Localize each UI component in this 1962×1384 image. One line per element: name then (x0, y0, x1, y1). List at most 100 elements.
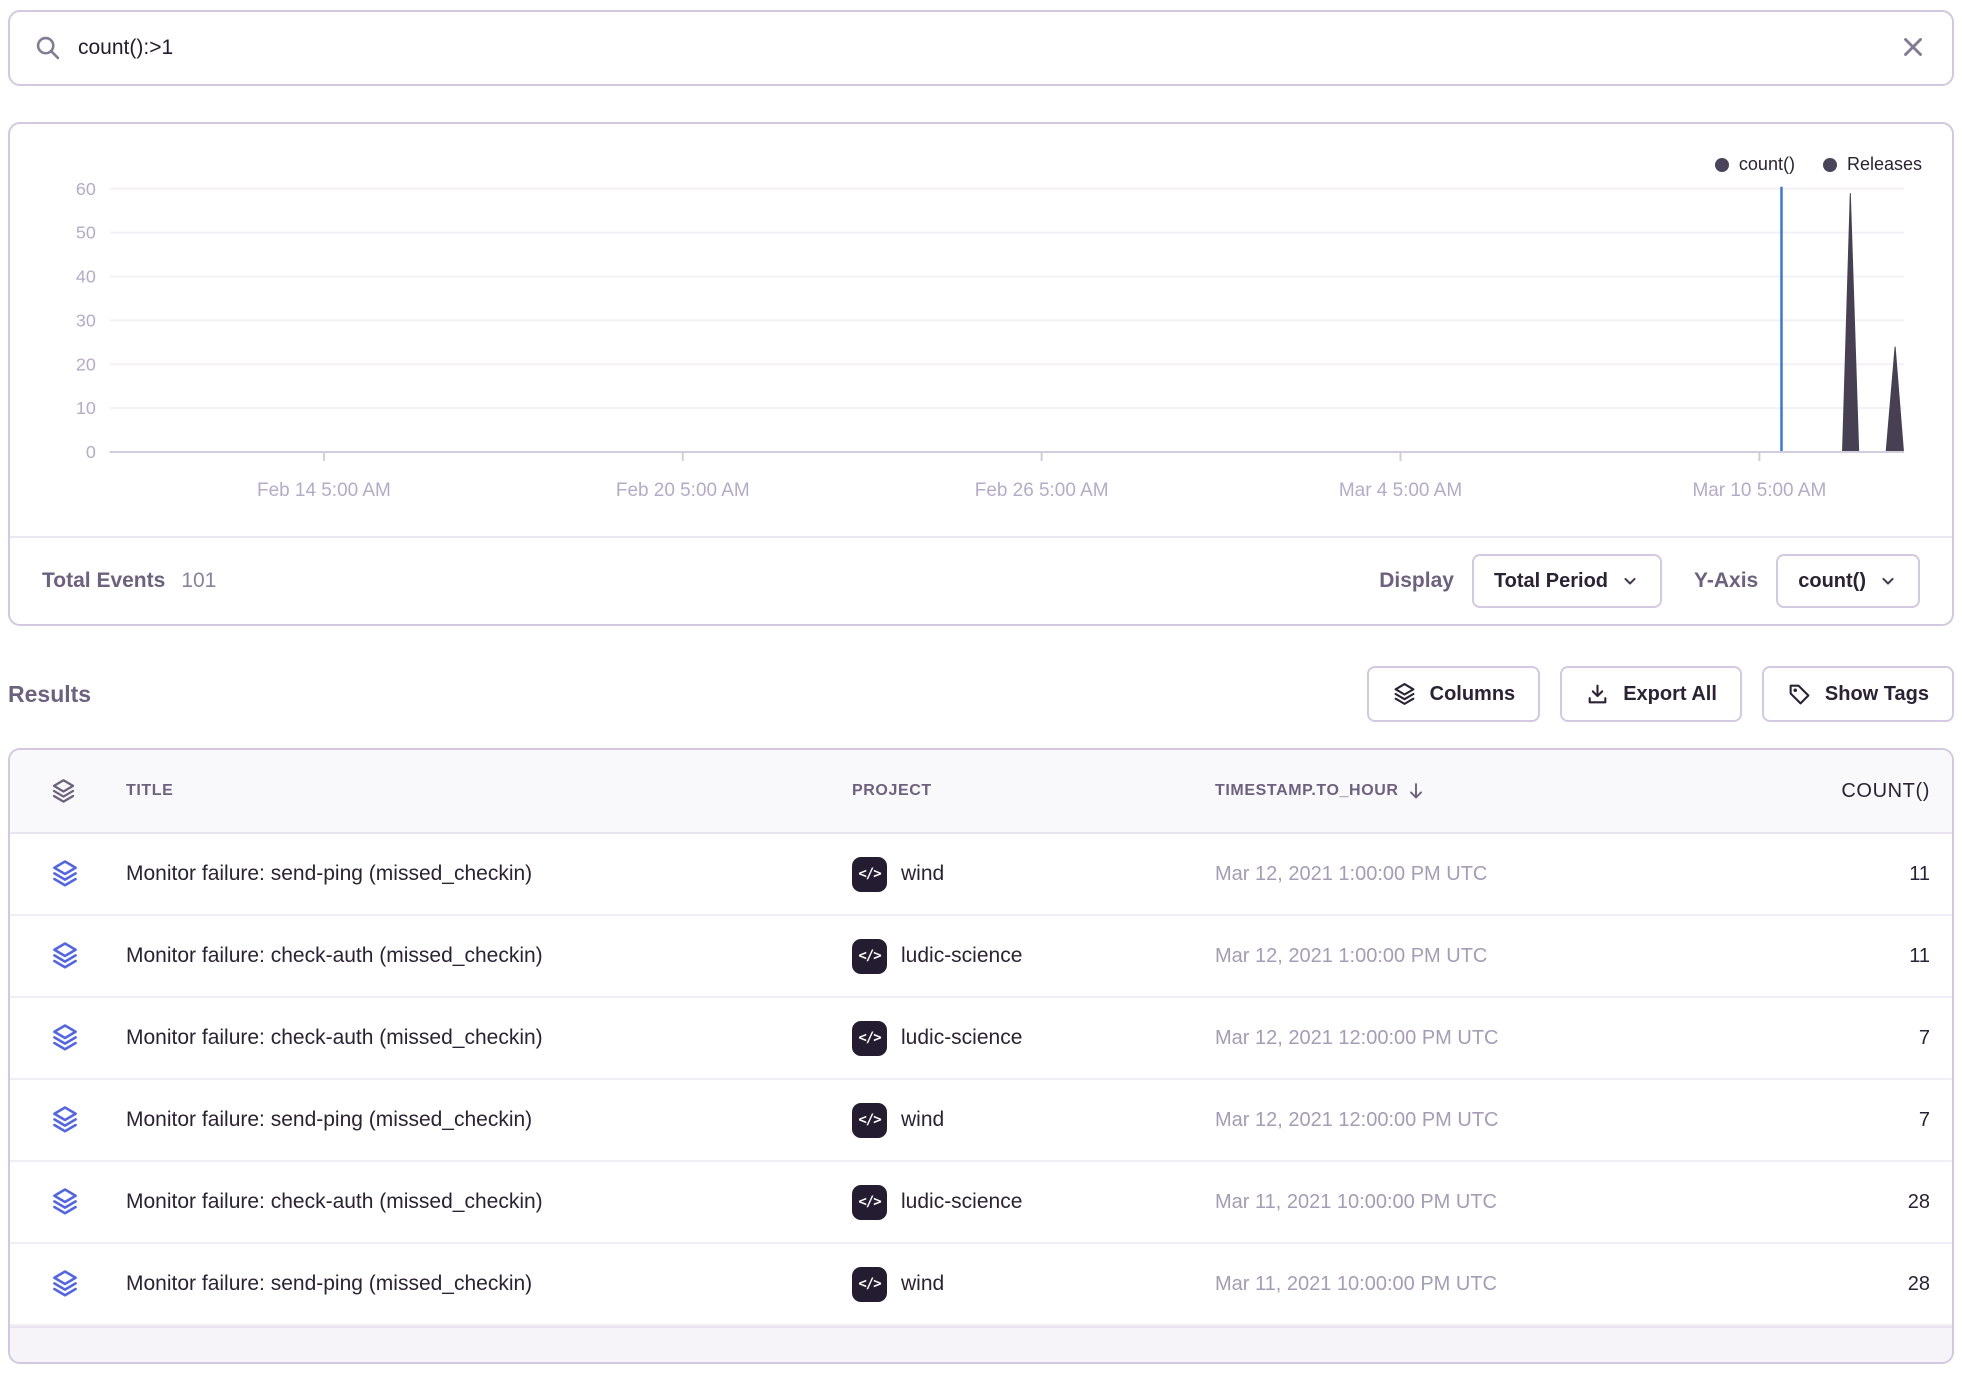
project-name: wind (901, 1272, 944, 1296)
table-row[interactable]: Monitor failure: check-auth (missed_chec… (10, 916, 1952, 998)
export-all-button-label: Export All (1623, 683, 1717, 706)
x-axis-tick-label: Mar 10 5:00 AM (1692, 480, 1826, 501)
y-axis-tick-label: 10 (76, 398, 96, 418)
x-axis-tick-label: Feb 26 5:00 AM (975, 480, 1109, 501)
stack-icon[interactable] (50, 1187, 98, 1217)
project-name: wind (901, 1108, 944, 1132)
chevron-down-icon (1878, 571, 1898, 591)
project-name: wind (901, 862, 944, 886)
display-dropdown-value: Total Period (1494, 570, 1608, 593)
legend-label-releases: Releases (1847, 154, 1922, 175)
legend-dot-releases-icon (1823, 158, 1837, 172)
event-count: 7 (1700, 1027, 1952, 1050)
search-icon (34, 34, 62, 62)
event-count: 11 (1700, 945, 1952, 968)
legend-item-releases[interactable]: Releases (1823, 154, 1922, 175)
event-title[interactable]: Monitor failure: send-ping (missed_check… (98, 862, 852, 886)
download-icon (1585, 682, 1610, 707)
platform-badge-icon: </> (852, 857, 887, 892)
stack-icon[interactable] (50, 1023, 98, 1053)
event-timestamp: Mar 11, 2021 10:00:00 PM UTC (1215, 1191, 1700, 1214)
column-header-timestamp-label: TIMESTAMP.TO_HOUR (1215, 782, 1399, 800)
close-icon (1898, 32, 1928, 65)
y-axis-tick-label: 50 (76, 223, 96, 243)
results-title: Results (8, 681, 91, 708)
project-name: ludic-science (901, 1190, 1022, 1214)
event-count: 7 (1700, 1109, 1952, 1132)
events-area-chart[interactable]: 0 10 20 30 40 50 60 Feb 14 5:00 AM Feb 20 5:00 A… (10, 124, 1952, 540)
event-title[interactable]: Monitor failure: check-auth (missed_chec… (98, 1026, 852, 1050)
sort-desc-icon (1405, 780, 1427, 802)
tag-icon (1787, 682, 1812, 707)
columns-button[interactable]: Columns (1367, 666, 1541, 722)
event-title[interactable]: Monitor failure: send-ping (missed_check… (98, 1272, 852, 1296)
event-timestamp: Mar 12, 2021 12:00:00 PM UTC (1215, 1109, 1700, 1132)
events-chart-card: count() Releases 0 10 20 30 40 50 60 Feb 14 5:0… (8, 122, 1954, 626)
yaxis-label: Y-Axis (1694, 569, 1758, 593)
column-header-count[interactable]: COUNT() (1700, 780, 1952, 803)
clear-search-button[interactable] (1898, 32, 1928, 65)
project-cell[interactable]: </> ludic-science (852, 1185, 1215, 1220)
show-tags-button-label: Show Tags (1825, 683, 1929, 706)
column-header-project[interactable]: PROJECT (852, 782, 1215, 800)
x-axis-tick-label: Mar 4 5:00 AM (1339, 480, 1462, 501)
column-header-timestamp[interactable]: TIMESTAMP.TO_HOUR (1215, 780, 1700, 802)
event-title[interactable]: Monitor failure: check-auth (missed_chec… (98, 1190, 852, 1214)
event-count: 11 (1700, 863, 1952, 886)
search-input[interactable]: count():>1 (78, 36, 1882, 60)
project-cell[interactable]: </> ludic-science (852, 1021, 1215, 1056)
x-axis-tick-label: Feb 14 5:00 AM (257, 480, 391, 501)
project-cell[interactable]: </> wind (852, 857, 1215, 892)
layers-icon (1392, 682, 1417, 707)
columns-button-label: Columns (1430, 683, 1516, 706)
project-cell[interactable]: </> wind (852, 1267, 1215, 1302)
project-name: ludic-science (901, 944, 1022, 968)
y-axis-tick-label: 20 (76, 354, 96, 374)
display-label: Display (1379, 569, 1454, 593)
project-cell[interactable]: </> ludic-science (852, 939, 1215, 974)
platform-badge-icon: </> (852, 1185, 887, 1220)
display-dropdown[interactable]: Total Period (1472, 554, 1662, 608)
results-bar: Results Columns Export All (8, 666, 1954, 722)
platform-badge-icon: </> (852, 939, 887, 974)
x-axis-tick-label: Feb 20 5:00 AM (616, 480, 750, 501)
y-axis-tick-label: 30 (76, 310, 96, 330)
stack-icon[interactable] (50, 941, 98, 971)
table-footer (10, 1326, 1952, 1362)
event-count: 28 (1700, 1273, 1952, 1296)
event-timestamp: Mar 12, 2021 1:00:00 PM UTC (1215, 945, 1700, 968)
legend-item-count[interactable]: count() (1715, 154, 1795, 175)
search-bar: count():>1 (8, 10, 1954, 86)
chart-legend: count() Releases (1715, 154, 1922, 175)
table-row[interactable]: Monitor failure: send-ping (missed_check… (10, 834, 1952, 916)
results-table: TITLE PROJECT TIMESTAMP.TO_HOUR COUNT() … (8, 748, 1954, 1364)
export-all-button[interactable]: Export All (1560, 666, 1742, 722)
chart-footer: Total Events 101 Display Total Period Y-… (10, 536, 1952, 624)
table-row[interactable]: Monitor failure: send-ping (missed_check… (10, 1080, 1952, 1162)
event-title[interactable]: Monitor failure: check-auth (missed_chec… (98, 944, 852, 968)
total-events-value: 101 (181, 569, 216, 593)
table-row[interactable]: Monitor failure: check-auth (missed_chec… (10, 1162, 1952, 1244)
y-axis-tick-label: 0 (86, 442, 96, 462)
event-timestamp: Mar 12, 2021 1:00:00 PM UTC (1215, 863, 1700, 886)
platform-badge-icon: </> (852, 1267, 887, 1302)
table-row[interactable]: Monitor failure: check-auth (missed_chec… (10, 998, 1952, 1080)
event-timestamp: Mar 11, 2021 10:00:00 PM UTC (1215, 1273, 1700, 1296)
column-header-title[interactable]: TITLE (98, 782, 852, 800)
yaxis-dropdown[interactable]: count() (1776, 554, 1920, 608)
show-tags-button[interactable]: Show Tags (1762, 666, 1954, 722)
y-axis-tick-label: 60 (76, 179, 96, 199)
total-events-label: Total Events (42, 569, 165, 593)
stack-icon[interactable] (50, 859, 98, 889)
stack-icon[interactable] (50, 1269, 98, 1299)
event-title[interactable]: Monitor failure: send-ping (missed_check… (98, 1108, 852, 1132)
event-timestamp: Mar 12, 2021 12:00:00 PM UTC (1215, 1027, 1700, 1050)
table-row[interactable]: Monitor failure: send-ping (missed_check… (10, 1244, 1952, 1326)
platform-badge-icon: </> (852, 1021, 887, 1056)
table-header-row: TITLE PROJECT TIMESTAMP.TO_HOUR COUNT() (10, 750, 1952, 834)
yaxis-dropdown-value: count() (1798, 570, 1866, 593)
stack-icon[interactable] (50, 778, 98, 805)
y-axis-tick-label: 40 (76, 266, 96, 286)
stack-icon[interactable] (50, 1105, 98, 1135)
project-cell[interactable]: </> wind (852, 1103, 1215, 1138)
